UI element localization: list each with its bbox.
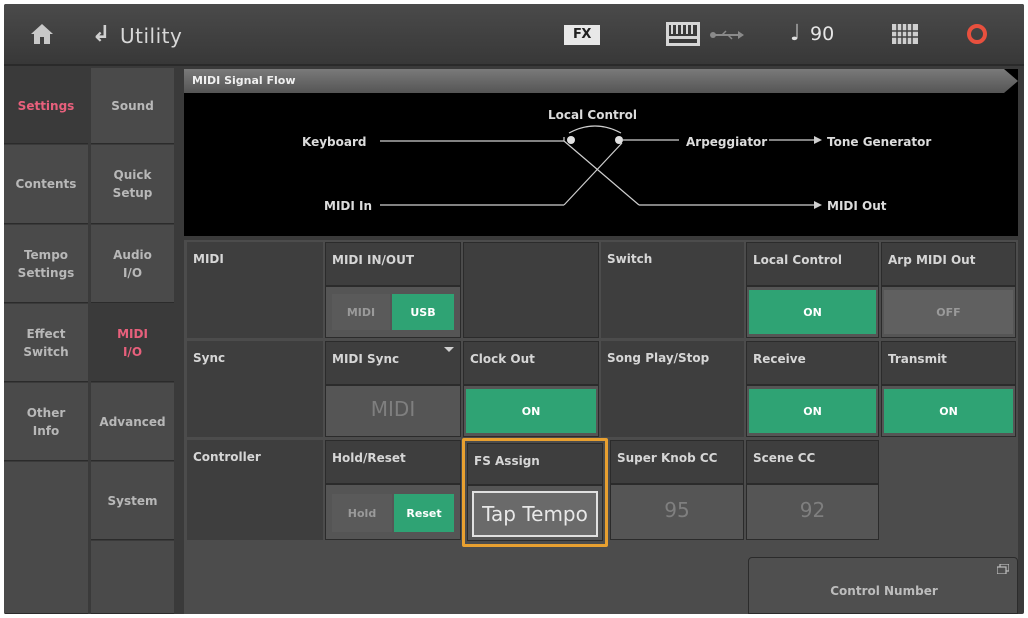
usb-icon <box>710 30 744 40</box>
record-icon[interactable] <box>967 24 987 44</box>
nav-empty <box>4 462 88 614</box>
section-switch: Switch <box>601 242 744 338</box>
nav-advanced[interactable]: Advanced <box>91 383 174 461</box>
receive-toggle[interactable]: ON <box>749 389 876 433</box>
flow-keyboard: Keyboard <box>302 135 367 149</box>
receive-label: Receive <box>746 341 879 385</box>
flow-arpeggiator: Arpeggiator <box>686 135 768 149</box>
control-number-button[interactable]: Control Number <box>748 557 1018 614</box>
flow-local-control: Local Control <box>548 108 637 122</box>
flow-tone-generator: Tone Generator <box>827 135 932 149</box>
expand-corner-icon <box>997 564 1009 574</box>
midi-sync-value[interactable]: MIDI <box>325 397 461 421</box>
reset-option-button[interactable]: Reset <box>394 494 454 532</box>
section-song-play-stop: Song Play/Stop <box>601 341 744 437</box>
grid-icon[interactable] <box>892 24 918 44</box>
usb-option-button[interactable]: USB <box>392 294 454 330</box>
flow-header <box>184 69 1018 93</box>
section-midi: MIDI <box>187 242 323 338</box>
local-control-toggle[interactable]: ON <box>749 290 876 334</box>
hold-option-button[interactable]: Hold <box>332 494 392 532</box>
utility-screen: ↲ Utility FX ♩ 90 Settings Contents Temp… <box>4 4 1024 614</box>
transmit-toggle[interactable]: ON <box>884 389 1013 433</box>
empty-cell <box>463 242 599 338</box>
nav-empty-2 <box>91 541 174 614</box>
tempo-note-icon: ♩ <box>790 21 801 46</box>
nav-tempo-settings[interactable]: Tempo Settings <box>4 225 88 303</box>
section-sync: Sync <box>187 341 323 437</box>
flow-midi-out: MIDI Out <box>827 199 887 213</box>
nav-midi-io[interactable]: MIDI I/O <box>91 304 174 382</box>
flow-midi-in: MIDI In <box>324 199 373 213</box>
control-number-label: Control Number <box>830 584 938 598</box>
nav-sound[interactable]: Sound <box>91 68 174 144</box>
transmit-label: Transmit <box>881 341 1016 385</box>
clock-out-toggle[interactable]: ON <box>466 389 596 433</box>
nav-settings[interactable]: Settings <box>4 68 88 144</box>
arp-midi-out-toggle[interactable]: OFF <box>884 290 1013 334</box>
fs-assign-value[interactable]: Tap Tempo <box>472 491 598 537</box>
flow-title: MIDI Signal Flow <box>192 74 296 87</box>
nav-audio-io[interactable]: Audio I/O <box>91 225 174 303</box>
section-controller: Controller <box>187 440 323 540</box>
top-bar: ↲ Utility FX ♩ 90 <box>4 4 1024 66</box>
dropdown-arrow-icon <box>444 347 454 352</box>
super-knob-cc-label: Super Knob CC <box>610 440 744 484</box>
page-title: Utility <box>120 24 183 48</box>
midi-icon <box>666 22 700 46</box>
back-icon[interactable]: ↲ <box>92 22 110 47</box>
nav-system[interactable]: System <box>91 462 174 540</box>
fx-badge[interactable]: FX <box>564 25 600 45</box>
midi-signal-flow-diagram: MIDI Signal Flow Keyboard Local Control … <box>184 69 1018 236</box>
arp-midi-out-label: Arp MIDI Out <box>881 242 1016 286</box>
hold-reset-label: Hold/Reset <box>325 440 461 484</box>
scene-cc-value[interactable]: 92 <box>746 498 879 522</box>
nav-effect-switch[interactable]: Effect Switch <box>4 304 88 382</box>
nav-quick-setup[interactable]: Quick Setup <box>91 145 174 224</box>
nav-other-info[interactable]: Other Info <box>4 383 88 461</box>
local-control-label: Local Control <box>746 242 879 286</box>
midi-option-button[interactable]: MIDI <box>332 294 390 330</box>
home-icon[interactable] <box>30 23 54 45</box>
midi-sync-label: MIDI Sync <box>325 341 461 385</box>
super-knob-cc-value[interactable]: 95 <box>610 498 744 522</box>
nav-contents[interactable]: Contents <box>4 145 88 224</box>
fs-assign-label: FS Assign <box>467 443 603 485</box>
midi-inout-label: MIDI IN/OUT <box>325 242 461 286</box>
scene-cc-label: Scene CC <box>746 440 879 484</box>
clock-out-label: Clock Out <box>463 341 599 385</box>
tempo-value[interactable]: 90 <box>810 23 834 45</box>
